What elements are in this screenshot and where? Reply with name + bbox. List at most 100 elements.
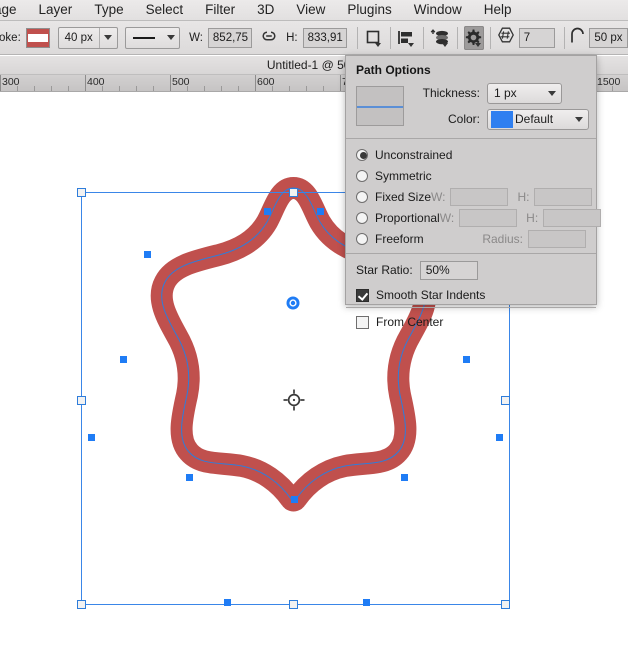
menu-item-filter[interactable]: Filter: [194, 0, 246, 20]
color-value: Default: [515, 112, 554, 126]
radio-fixed-size[interactable]: [356, 190, 368, 203]
menu-item-view[interactable]: View: [285, 0, 336, 20]
toolbar-divider: [456, 26, 458, 49]
chevron-down-icon[interactable]: [100, 35, 117, 40]
menu-item-image[interactable]: age: [0, 0, 28, 20]
color-row: Color: Default: [418, 108, 589, 130]
fixed-height-input[interactable]: [534, 187, 593, 206]
radio-symmetric[interactable]: [356, 169, 368, 182]
photoshop-window: age Layer Type Select Filter 3D View Plu…: [0, 0, 628, 663]
panel-field-group: Thickness: 1 px Color: Default: [418, 82, 589, 130]
toolbar-divider: [389, 26, 391, 49]
stroke-label: troke:: [0, 31, 21, 44]
bbox-handle-bottom-left[interactable]: [77, 600, 86, 609]
toolbar-divider: [423, 26, 424, 49]
thickness-combo[interactable]: 1 px: [487, 82, 562, 104]
proportional-width-input[interactable]: [459, 208, 518, 227]
constraint-label: Symmetric: [375, 168, 432, 183]
chevron-down-icon[interactable]: [569, 116, 588, 122]
star-ratio-label: Star Ratio:: [356, 263, 413, 277]
thickness-row: Thickness: 1 px: [418, 82, 589, 104]
menu-item-plugins[interactable]: Plugins: [336, 0, 402, 20]
gear-icon[interactable]: [463, 25, 484, 50]
stroke-color-swatch[interactable]: [25, 27, 50, 48]
live-shape-ring-icon[interactable]: [284, 294, 302, 312]
proportional-height-input[interactable]: [543, 208, 602, 227]
proportional-height-label: H:: [526, 210, 539, 225]
constraint-unconstrained[interactable]: Unconstrained: [346, 144, 596, 165]
bbox-handle-bottom-right[interactable]: [501, 600, 510, 609]
constraint-label: Freeform: [375, 231, 424, 246]
smooth-star-indents-row[interactable]: Smooth Star Indents: [346, 283, 596, 307]
color-label: Color:: [447, 112, 480, 126]
radio-freeform[interactable]: [356, 232, 368, 245]
path-alignment-icon[interactable]: [397, 26, 418, 50]
fixed-size-fields: W: H:: [431, 187, 593, 206]
link-icon[interactable]: [260, 30, 278, 45]
checkbox-smooth-star-indents[interactable]: [356, 288, 369, 302]
thickness-value: 1 px: [494, 86, 517, 100]
sides-input[interactable]: 7: [518, 27, 555, 48]
corner-radius-icon: [570, 27, 585, 49]
menu-item-select[interactable]: Select: [135, 0, 195, 20]
radius-input[interactable]: [528, 229, 586, 248]
panel-title: Path Options: [356, 63, 431, 77]
constraint-group: Unconstrained Symmetric Fixed Size W: H:…: [346, 139, 602, 253]
checkbox-from-center[interactable]: [356, 315, 369, 329]
stroke-style-combo[interactable]: [124, 26, 181, 49]
constraint-label: Unconstrained: [375, 147, 453, 162]
stroke-swatch-inner: [27, 33, 48, 42]
menu-item-3d[interactable]: 3D: [246, 0, 285, 20]
thickness-label: Thickness:: [422, 86, 480, 100]
menu-item-help[interactable]: Help: [473, 0, 523, 20]
stroke-width-value: 40 px: [64, 31, 93, 44]
radio-proportional[interactable]: [356, 211, 368, 224]
color-combo[interactable]: Default: [487, 108, 589, 130]
constraint-freeform[interactable]: Freeform Radius:: [346, 228, 596, 249]
constraint-proportional[interactable]: Proportional W: H:: [346, 207, 602, 228]
stroke-width-combo[interactable]: 40 px: [57, 26, 118, 49]
chevron-down-icon[interactable]: [162, 35, 179, 40]
chevron-down-icon[interactable]: [542, 90, 561, 96]
path-options-panel[interactable]: Path Options Thickness: 1 px Color: Defa…: [345, 55, 602, 329]
width-input[interactable]: 852,75 p: [207, 27, 253, 48]
fixed-width-input[interactable]: [450, 187, 509, 206]
fixed-width-label: W:: [431, 189, 446, 204]
smooth-star-indents-label: Smooth Star Indents: [376, 288, 486, 302]
toolbar-divider: [563, 26, 565, 49]
width-label: W:: [189, 31, 203, 44]
constraint-fixed-size[interactable]: Fixed Size W: H:: [346, 186, 596, 207]
star-ratio-input[interactable]: 50%: [419, 260, 478, 280]
bbox-handle-bottom-center[interactable]: [289, 600, 298, 609]
menubar: age Layer Type Select Filter 3D View Plu…: [0, 0, 628, 21]
corner-radius-input[interactable]: 50 px: [589, 27, 628, 48]
toolbar-divider: [490, 26, 491, 49]
reference-point-crosshair-icon[interactable]: [283, 389, 305, 411]
polygon-sides-icon: [497, 26, 515, 49]
ruler-label: 1500: [597, 76, 621, 88]
solid-line-icon: [132, 36, 156, 39]
path-arrangement-icon[interactable]: [430, 26, 451, 50]
freeform-fields: Radius:: [482, 229, 586, 248]
menu-item-type[interactable]: Type: [83, 0, 134, 20]
menu-item-window[interactable]: Window: [403, 0, 473, 20]
options-bar: troke: 40 px W: 852,75 p H: 833,91 p: [0, 21, 628, 55]
panel-divider: [346, 307, 596, 308]
proportional-fields: W: H:: [439, 208, 602, 227]
height-input[interactable]: 833,91 p: [302, 27, 347, 48]
constraint-label: Fixed Size: [375, 189, 432, 204]
bbox-handle-top-center[interactable]: [289, 188, 298, 197]
path-preview-box: [356, 86, 404, 126]
color-chip[interactable]: [491, 110, 513, 128]
from-center-label: From Center: [376, 315, 444, 329]
bbox-handle-top-left[interactable]: [77, 188, 86, 197]
menu-item-layer[interactable]: Layer: [28, 0, 84, 20]
proportional-width-label: W:: [439, 210, 455, 225]
constraint-symmetric[interactable]: Symmetric: [346, 165, 596, 186]
radio-unconstrained[interactable]: [356, 148, 368, 161]
bbox-handle-middle-right[interactable]: [501, 396, 510, 405]
bbox-handle-middle-left[interactable]: [77, 396, 86, 405]
from-center-row[interactable]: From Center: [346, 310, 596, 334]
path-operations-icon[interactable]: [363, 26, 384, 50]
height-label: H:: [286, 31, 298, 44]
